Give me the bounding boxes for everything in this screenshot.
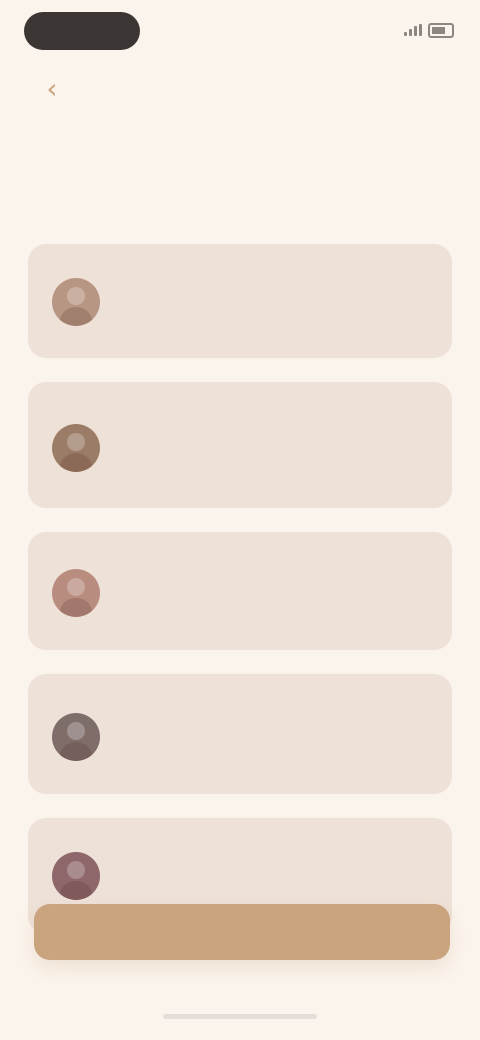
battery-icon: [428, 22, 454, 38]
status-indicators: [350, 18, 454, 42]
contact-text: [116, 569, 376, 573]
contact-card-4[interactable]: [28, 674, 452, 794]
home-indicator: [163, 1014, 317, 1019]
primary-action-button[interactable]: [34, 904, 450, 960]
status-bar: [0, 0, 480, 60]
avatar: [52, 278, 100, 326]
avatar: [52, 852, 100, 900]
contact-text: [116, 278, 376, 282]
avatar: [52, 713, 100, 761]
signal-icon: [404, 24, 422, 36]
avatar: [52, 569, 100, 617]
contact-text: [116, 713, 376, 717]
contact-text: [116, 424, 376, 428]
contact-list: [28, 244, 452, 958]
back-button[interactable]: ‹: [34, 70, 70, 106]
contact-selection-screen: ‹: [0, 0, 480, 1040]
contact-card-1[interactable]: [28, 244, 452, 358]
contact-text: [116, 852, 376, 856]
back-arrow-icon: ‹: [46, 71, 58, 105]
contact-card-3[interactable]: [28, 532, 452, 650]
avatar: [52, 424, 100, 472]
status-time: [24, 12, 140, 50]
contact-card-2[interactable]: [28, 382, 452, 508]
